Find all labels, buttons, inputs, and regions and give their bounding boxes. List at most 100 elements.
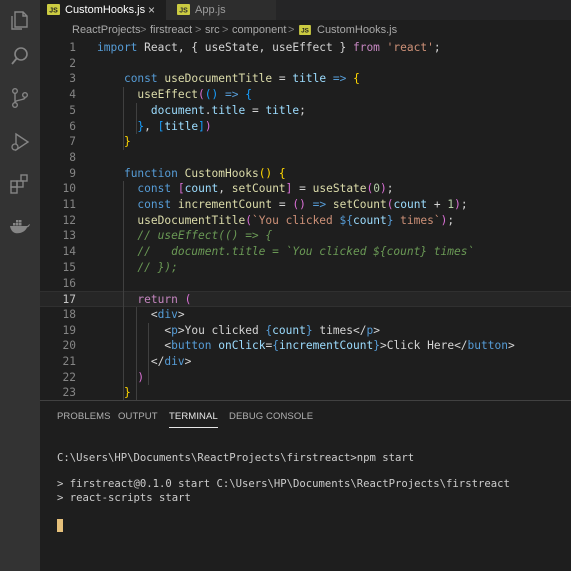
- code-token: >: [373, 323, 380, 337]
- code-token: incrementCount: [278, 339, 374, 353]
- docker-icon[interactable]: [8, 214, 32, 238]
- tab-problems[interactable]: PROBLEMS: [57, 411, 111, 422]
- search-icon[interactable]: [8, 44, 32, 68]
- code-token: }: [373, 339, 380, 353]
- code-token: return: [137, 293, 178, 307]
- code-line[interactable]: 7 }: [40, 134, 571, 150]
- code-text: </div>: [97, 354, 191, 370]
- code-line[interactable]: 6 }, [title]): [40, 119, 571, 135]
- code-line[interactable]: 16: [40, 276, 571, 292]
- code-line[interactable]: 17 return (: [40, 291, 571, 307]
- code-line[interactable]: 1 import React, { useState, useEffect } f…: [40, 40, 571, 56]
- code-line[interactable]: 13 // useEffect(() => {: [40, 228, 571, 244]
- code-token: useEffect: [137, 88, 199, 102]
- tab-terminal[interactable]: TERMINAL: [169, 411, 218, 428]
- tab-output[interactable]: OUTPUT: [118, 411, 158, 422]
- tab-label: App.js: [195, 4, 226, 16]
- code-text: function CustomHooks() {: [97, 166, 286, 182]
- breadcrumb-item[interactable]: CustomHooks.js: [317, 20, 397, 40]
- line-number: 16: [62, 276, 76, 290]
- code-line[interactable]: 21 </div>: [40, 354, 571, 370]
- explorer-icon[interactable]: [8, 8, 32, 32]
- code-line[interactable]: 5 document.title = title;: [40, 103, 571, 119]
- code-line[interactable]: 12 useDocumentTitle(`You clicked ${count…: [40, 213, 571, 229]
- extensions-icon[interactable]: [8, 172, 32, 196]
- code-token: CustomHooks: [184, 166, 259, 180]
- code-token: ;: [433, 41, 441, 54]
- code-line[interactable]: 20 <button onClick={incrementCount}>Clic…: [40, 338, 571, 354]
- run-debug-icon[interactable]: [8, 130, 32, 154]
- breadcrumb-item[interactable]: ReactProjects: [72, 20, 140, 40]
- source-control-icon[interactable]: [8, 86, 32, 110]
- line-number: 22: [62, 370, 76, 384]
- code-editor[interactable]: 1 import React, { useState, useEffect } f…: [40, 40, 571, 400]
- code-text: <p>You clicked {count} times</p>: [97, 323, 380, 339]
- code-text: import React, { useState, useEffect } fr…: [97, 40, 441, 56]
- code-token: 'react': [386, 41, 434, 54]
- svg-text:JS: JS: [49, 8, 58, 15]
- code-line[interactable]: 2: [40, 56, 571, 72]
- close-icon[interactable]: ×: [148, 0, 155, 20]
- code-line[interactable]: 23 }: [40, 385, 571, 400]
- code-token: (): [258, 166, 273, 180]
- code-text: // });: [97, 260, 177, 276]
- js-file-icon: JS: [47, 4, 60, 15]
- terminal-line: > firstreact@0.1.0 start C:\Users\HP\Doc…: [57, 478, 510, 490]
- code-token: >You clicked: [177, 323, 266, 337]
- code-token: ]: [198, 119, 205, 133]
- indent-guide: [123, 181, 124, 400]
- breadcrumb-item[interactable]: component: [232, 20, 286, 40]
- code-token: const: [137, 198, 172, 211]
- code-token: div: [164, 355, 185, 368]
- breadcrumb-item[interactable]: src: [205, 20, 220, 40]
- tab-app[interactable]: JS App.js: [166, 0, 276, 20]
- line-number: 5: [69, 103, 76, 117]
- code-token: (: [198, 88, 205, 102]
- code-line[interactable]: 3 const useDocumentTitle = title => {: [40, 71, 571, 87]
- code-line[interactable]: 9 function CustomHooks() {: [40, 166, 571, 182]
- breadcrumb-item[interactable]: firstreact: [150, 20, 192, 40]
- code-line[interactable]: 18 <div>: [40, 307, 571, 323]
- code-token: ): [137, 370, 145, 384]
- line-number: 20: [62, 339, 76, 353]
- terminal-line: > react-scripts start: [57, 492, 191, 504]
- code-token: div: [157, 307, 178, 321]
- code-token: count: [393, 198, 428, 211]
- breadcrumb: ReactProjects > firstreact > src > compo…: [40, 20, 571, 40]
- code-token: }: [123, 386, 131, 400]
- code-line[interactable]: 10 const [count, setCount] = useState(0)…: [40, 181, 571, 197]
- js-file-icon: JS: [177, 4, 190, 15]
- code-token: +: [427, 198, 448, 211]
- code-line[interactable]: 8: [40, 150, 571, 166]
- code-line[interactable]: 19 <p>You clicked {count} times</p>: [40, 323, 571, 339]
- code-line[interactable]: 14 // document.title = `You clicked ${co…: [40, 244, 571, 260]
- tab-customhooks[interactable]: JS CustomHooks.js ×: [40, 0, 166, 20]
- terminal-cursor[interactable]: [57, 519, 63, 532]
- code-text: }: [97, 134, 131, 150]
- activity-bar: [0, 0, 40, 571]
- code-token: useDocumentTitle: [137, 213, 246, 227]
- code-token: =>: [332, 72, 347, 86]
- bottom-panel: PROBLEMS OUTPUT TERMINAL DEBUG CONSOLE C…: [40, 400, 571, 571]
- line-number: 7: [69, 135, 76, 149]
- code-token: React, { useState, useEffect }: [137, 41, 353, 54]
- line-number: 13: [62, 229, 76, 243]
- code-token: ;: [447, 213, 455, 227]
- code-line[interactable]: 15 // });: [40, 260, 571, 276]
- code-token: times`: [393, 213, 441, 227]
- tab-debug-console[interactable]: DEBUG CONSOLE: [229, 411, 313, 422]
- code-line[interactable]: 4 useEffect(() => {: [40, 87, 571, 103]
- code-text: <div>: [97, 307, 185, 323]
- code-line[interactable]: 11 const incrementCount = () => setCount…: [40, 197, 571, 213]
- code-line[interactable]: 22 ): [40, 370, 571, 386]
- code-token: // document.title = `You clicked ${count…: [137, 245, 475, 259]
